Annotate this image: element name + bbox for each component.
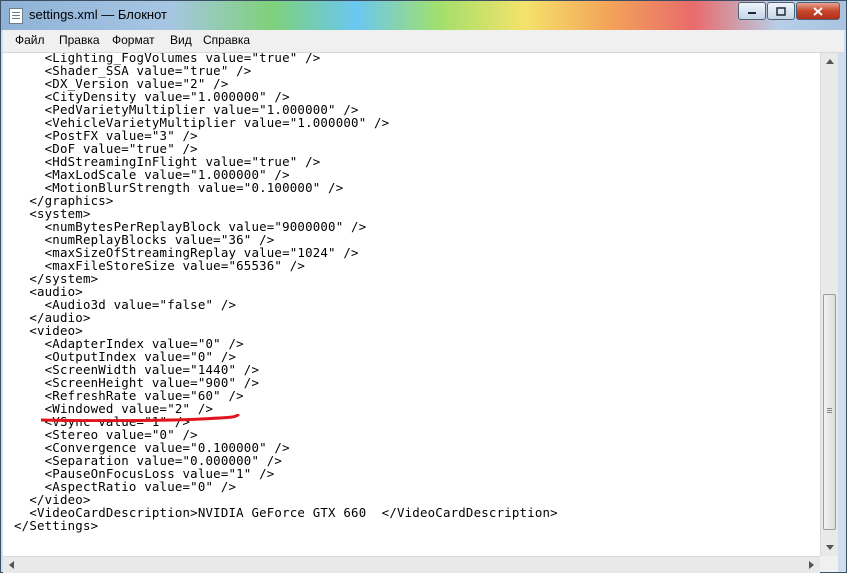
- close-icon: [813, 6, 823, 16]
- grip-icon: [827, 408, 832, 409]
- maximize-icon: [776, 6, 786, 16]
- maximize-button[interactable]: [767, 2, 795, 20]
- arrow-up-icon: [825, 59, 834, 64]
- scroll-left-button[interactable]: [3, 557, 20, 573]
- menu-bar: Файл Правка Формат Вид Справка: [3, 30, 844, 53]
- notepad-window: settings.xml — Блокнот Файл Правка Форма…: [0, 0, 847, 573]
- notepad-icon: [9, 8, 23, 24]
- window-title: settings.xml — Блокнот: [29, 7, 167, 22]
- text-editor[interactable]: <Lighting_FogVolumes value="true" /> <Sh…: [3, 53, 820, 556]
- scroll-right-button[interactable]: [803, 557, 820, 573]
- editor-content[interactable]: <Lighting_FogVolumes value="true" /> <Sh…: [14, 53, 558, 532]
- vertical-scroll-thumb[interactable]: [823, 294, 836, 530]
- menu-file[interactable]: Файл: [15, 33, 45, 47]
- minimize-button[interactable]: [738, 2, 766, 20]
- window-controls: [738, 2, 840, 20]
- menu-format[interactable]: Формат: [112, 33, 155, 47]
- arrow-left-icon: [9, 561, 14, 569]
- arrow-down-icon: [825, 545, 834, 550]
- scroll-up-button[interactable]: [821, 53, 838, 70]
- scroll-down-button[interactable]: [821, 539, 838, 556]
- arrow-right-icon: [809, 561, 814, 569]
- horizontal-scrollbar[interactable]: [3, 556, 820, 573]
- title-bar[interactable]: settings.xml — Блокнот: [1, 1, 846, 30]
- minimize-icon: [748, 12, 756, 14]
- menu-help[interactable]: Справка: [203, 33, 250, 47]
- scrollbar-corner: [820, 556, 838, 572]
- vertical-scrollbar[interactable]: [820, 53, 838, 556]
- menu-edit[interactable]: Правка: [59, 33, 100, 47]
- menu-view[interactable]: Вид: [170, 33, 192, 47]
- close-button[interactable]: [796, 2, 840, 20]
